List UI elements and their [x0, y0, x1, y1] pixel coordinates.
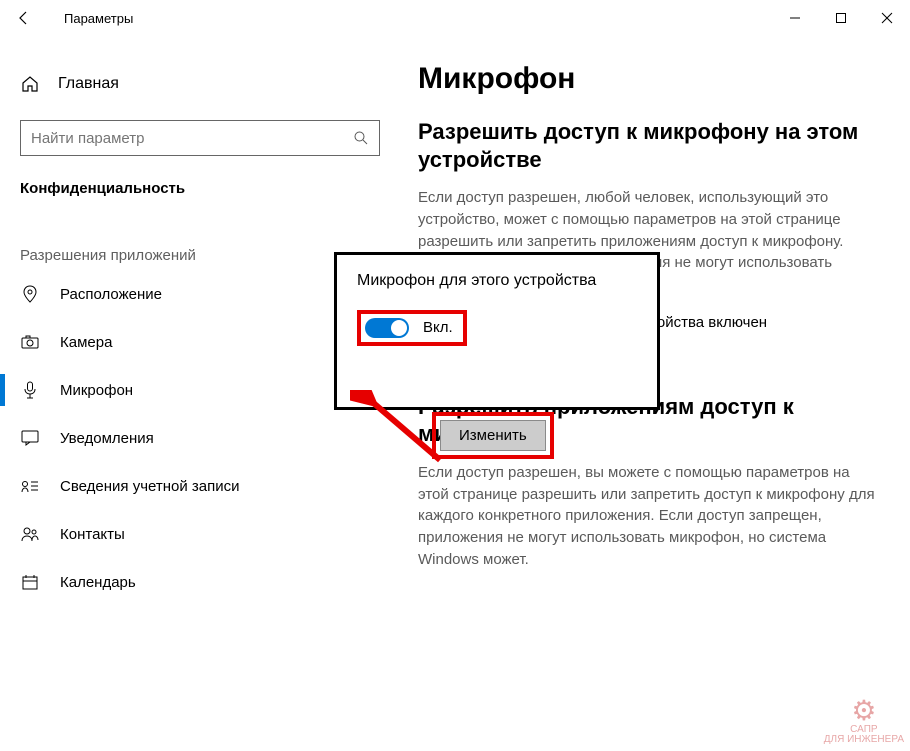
- home-label: Главная: [58, 75, 119, 93]
- microphone-toggle[interactable]: [365, 318, 409, 338]
- notifications-icon: [20, 430, 40, 446]
- sidebar-item-label: Сведения учетной записи: [60, 478, 240, 495]
- sidebar-item-contacts[interactable]: Контакты: [20, 510, 410, 558]
- minimize-button[interactable]: [772, 0, 818, 36]
- watermark: ⚙ САПР ДЛЯ ИНЖЕНЕРА: [824, 697, 904, 745]
- sidebar-item-calendar[interactable]: Календарь: [20, 558, 410, 606]
- contacts-icon: [20, 526, 40, 542]
- minimize-icon: [789, 12, 801, 24]
- home-icon: [20, 75, 40, 93]
- calendar-icon: [20, 574, 40, 590]
- location-icon: [20, 285, 40, 303]
- arrow-left-icon: [16, 10, 32, 26]
- microphone-icon: [20, 381, 40, 399]
- close-button[interactable]: [864, 0, 910, 36]
- gear-icon: ⚙: [824, 697, 904, 725]
- window-controls: [772, 0, 910, 36]
- microphone-popup: Микрофон для этого устройства Вкл.: [334, 252, 660, 410]
- change-button[interactable]: Изменить: [440, 420, 546, 451]
- close-icon: [881, 12, 893, 24]
- sidebar-item-label: Уведомления: [60, 430, 154, 447]
- app-title: Параметры: [64, 11, 133, 26]
- account-info-icon: [20, 479, 40, 493]
- highlight-box-toggle: Вкл.: [357, 310, 467, 346]
- page-title: Микрофон: [418, 62, 880, 96]
- maximize-icon: [835, 12, 847, 24]
- sidebar-item-label: Календарь: [60, 574, 136, 591]
- section2-body: Если доступ разрешен, вы можете с помощь…: [418, 462, 880, 571]
- popup-title: Микрофон для этого устройства: [357, 271, 637, 292]
- highlight-box-change: Изменить: [432, 412, 554, 459]
- sidebar-item-label: Микрофон: [60, 382, 133, 399]
- sidebar-item-account-info[interactable]: Сведения учетной записи: [20, 462, 410, 510]
- sidebar-item-label: Контакты: [60, 526, 125, 543]
- title-bar: Параметры: [0, 0, 910, 36]
- search-field[interactable]: [31, 130, 353, 147]
- sidebar-item-notifications[interactable]: Уведомления: [20, 414, 410, 462]
- toggle-state-label: Вкл.: [423, 319, 453, 336]
- category-title: Конфиденциальность: [20, 180, 410, 197]
- camera-icon: [20, 335, 40, 349]
- search-input[interactable]: [20, 120, 380, 156]
- search-icon: [353, 130, 369, 146]
- sidebar-item-label: Расположение: [60, 286, 162, 303]
- maximize-button[interactable]: [818, 0, 864, 36]
- back-button[interactable]: [0, 0, 48, 36]
- home-nav[interactable]: Главная: [20, 60, 410, 108]
- section1-title: Разрешить доступ к микрофону на этом уст…: [418, 118, 880, 173]
- sidebar-item-label: Камера: [60, 334, 112, 351]
